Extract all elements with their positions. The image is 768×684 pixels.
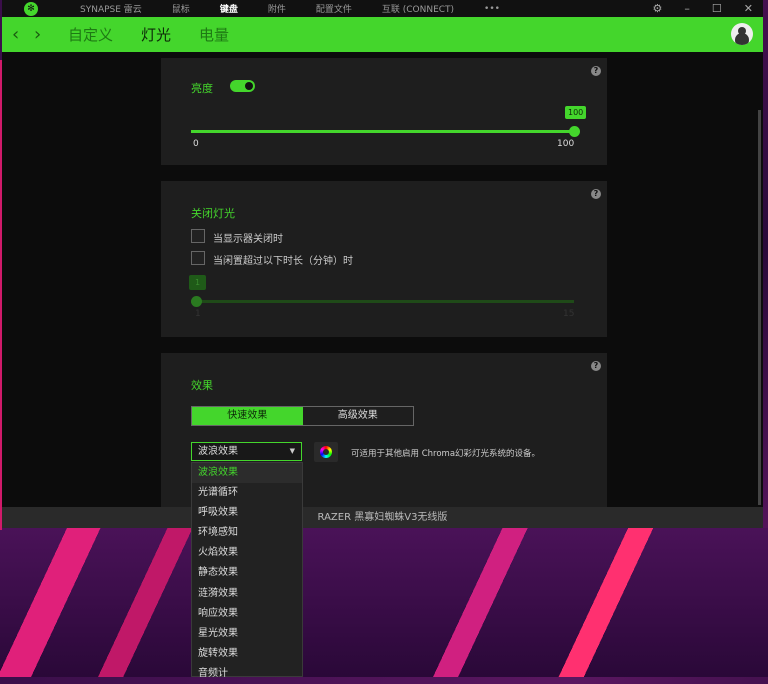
close-icon[interactable]: ✕ <box>744 2 753 15</box>
display-off-label: 当显示器关闭时 <box>213 234 283 245</box>
idle-checkbox[interactable] <box>191 251 205 265</box>
forward-chevron-icon[interactable]: › <box>34 24 56 45</box>
effect-option[interactable]: 旋转效果 <box>192 644 302 664</box>
chroma-icon[interactable] <box>314 442 338 462</box>
help-icon[interactable]: ? <box>591 361 601 371</box>
caret-down-icon: ▼ <box>289 447 295 455</box>
effect-dropdown-list: 波浪效果 光谱循环 呼吸效果 环境感知 火焰效果 静态效果 涟漪效果 响应效果 … <box>191 462 303 679</box>
back-chevron-icon[interactable]: ‹ <box>12 24 34 45</box>
tab-customize[interactable]: 自定义 <box>68 24 113 45</box>
effect-option[interactable]: 环境感知 <box>192 523 302 543</box>
brightness-card: ? 亮度 100 0 100 <box>161 58 607 165</box>
tab-lighting[interactable]: 灯光 <box>141 24 171 45</box>
effect-select[interactable]: 波浪效果 ▼ <box>191 442 302 461</box>
effects-mode-toggle: 快速效果 高级效果 <box>191 406 414 426</box>
desktop-wallpaper <box>0 528 768 677</box>
idle-label: 当闲置超过以下时长（分钟）时 <box>213 256 353 267</box>
nav-profiles[interactable]: 配置文件 <box>316 2 352 15</box>
effect-option[interactable]: 星光效果 <box>192 624 302 644</box>
idle-value-bubble: 1 <box>189 275 207 290</box>
effect-select-value: 波浪效果 <box>198 446 238 457</box>
help-icon[interactable]: ? <box>591 189 601 199</box>
nav-synapse[interactable]: SYNAPSE 雷云 <box>80 2 142 15</box>
idle-max: 15 <box>563 309 575 319</box>
user-avatar[interactable] <box>731 23 753 45</box>
effect-option[interactable]: 呼吸效果 <box>192 503 302 523</box>
brightness-label: 亮度 <box>191 82 213 95</box>
lights-off-card: ? 关闭灯光 当显示器关闭时 当闲置超过以下时长（分钟）时 1 1 15 <box>161 181 607 337</box>
settings-gear-icon[interactable]: ⚙ <box>653 2 663 15</box>
scrollbar[interactable] <box>758 110 761 505</box>
nav-connect[interactable]: 互联 (CONNECT) <box>382 2 454 15</box>
tab-power[interactable]: 电量 <box>199 24 229 45</box>
sub-nav-bar: ‹ › 自定义 灯光 电量 <box>2 17 763 52</box>
effect-option[interactable]: 波浪效果 <box>192 463 302 484</box>
brightness-min: 0 <box>193 139 199 149</box>
effect-option[interactable]: 响应效果 <box>192 604 302 624</box>
brightness-max: 100 <box>557 139 575 149</box>
nav-accessories[interactable]: 附件 <box>268 2 286 15</box>
idle-slider-thumb <box>191 296 202 307</box>
minimize-icon[interactable]: – <box>684 2 690 15</box>
effect-option[interactable]: 火焰效果 <box>192 543 302 563</box>
lights-off-title: 关闭灯光 <box>191 207 235 220</box>
brightness-slider-thumb[interactable] <box>569 126 580 137</box>
tab-quick-effects[interactable]: 快速效果 <box>192 407 303 425</box>
nav-keyboard[interactable]: 键盘 <box>220 2 238 15</box>
idle-slider-track <box>191 300 574 303</box>
display-off-checkbox[interactable] <box>191 229 205 243</box>
maximize-icon[interactable]: ☐ <box>712 2 722 15</box>
brightness-slider-track[interactable] <box>191 130 574 133</box>
effect-option[interactable]: 涟漪效果 <box>192 584 302 604</box>
more-menu-icon[interactable]: ••• <box>484 4 500 14</box>
effect-option[interactable]: 音频计 <box>192 664 302 684</box>
idle-min: 1 <box>195 309 201 319</box>
razer-logo-icon[interactable]: ✻ <box>24 1 38 16</box>
help-icon[interactable]: ? <box>591 66 601 76</box>
tab-advanced-effects[interactable]: 高级效果 <box>303 407 414 425</box>
title-bar: ✻ SYNAPSE 雷云 鼠标 键盘 附件 配置文件 互联 (CONNECT) … <box>2 0 763 17</box>
synapse-window: ✻ SYNAPSE 雷云 鼠标 键盘 附件 配置文件 互联 (CONNECT) … <box>2 0 763 528</box>
chroma-note: 可适用于其他启用 Chroma幻彩灯光系统的设备。 <box>351 449 541 459</box>
effects-title: 效果 <box>191 379 213 392</box>
effect-option[interactable]: 光谱循环 <box>192 483 302 503</box>
nav-mouse[interactable]: 鼠标 <box>172 2 190 15</box>
device-footer: RAZER 黑寡妇蜘蛛V3无线版 <box>2 507 763 528</box>
brightness-value-bubble: 100 <box>565 106 587 119</box>
effect-option[interactable]: 静态效果 <box>192 563 302 583</box>
brightness-toggle[interactable] <box>230 80 255 92</box>
